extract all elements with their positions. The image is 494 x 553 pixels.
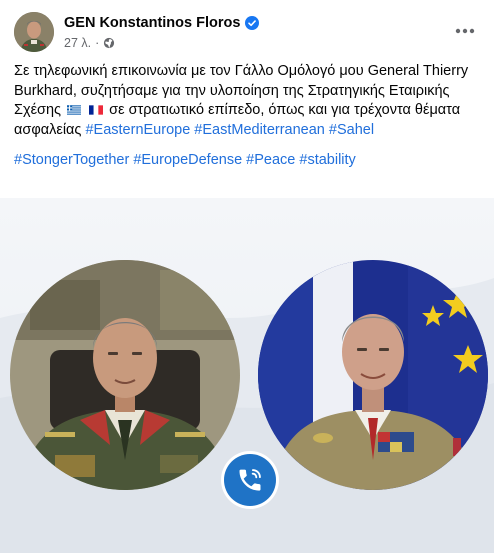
phone-call-icon: [239, 469, 261, 491]
post-header: GEN Konstantinos Floros 27 λ. ·: [0, 0, 494, 60]
hashtag-sahel[interactable]: #Sahel: [329, 122, 374, 138]
more-options-button[interactable]: [450, 16, 480, 46]
french-flag-icon: [89, 105, 104, 115]
greek-general-portrait: [10, 260, 240, 490]
author-avatar[interactable]: [14, 12, 54, 52]
message-paragraph: Σε τηλεφωνική επικοινωνία με τον Γάλλο Ο…: [14, 62, 480, 140]
globe-icon[interactable]: [103, 37, 115, 49]
call-button[interactable]: [224, 454, 276, 506]
post-message: Σε τηλεφωνική επικοινωνία με τον Γάλλο Ο…: [14, 62, 480, 171]
hashtags-paragraph: #StongerTogether #EuropeDefense #Peace #…: [14, 151, 480, 171]
hashtag-eastern-europe[interactable]: #EasternEurope: [85, 122, 190, 138]
hashtag-peace[interactable]: #Peace: [246, 152, 295, 168]
hashtag-europe-defense[interactable]: #EuropeDefense: [133, 152, 242, 168]
hashtag-stability[interactable]: #stability: [299, 152, 355, 168]
meta-separator: ·: [95, 36, 100, 50]
post-image[interactable]: [0, 198, 494, 553]
post-timestamp[interactable]: 27 λ.: [64, 36, 91, 50]
greek-flag-icon: [67, 105, 82, 115]
french-general-portrait: [258, 260, 488, 490]
hashtag-stonger-together[interactable]: #StongerTogether: [14, 152, 129, 168]
hashtag-east-mediterranean[interactable]: #EastMediterranean: [194, 122, 325, 138]
author-name[interactable]: GEN Konstantinos Floros: [64, 15, 240, 31]
facebook-post: GEN Konstantinos Floros 27 λ. · Σε τηλεφ…: [0, 0, 494, 553]
more-options-icon: [455, 28, 475, 34]
verified-badge-icon: [245, 16, 260, 30]
